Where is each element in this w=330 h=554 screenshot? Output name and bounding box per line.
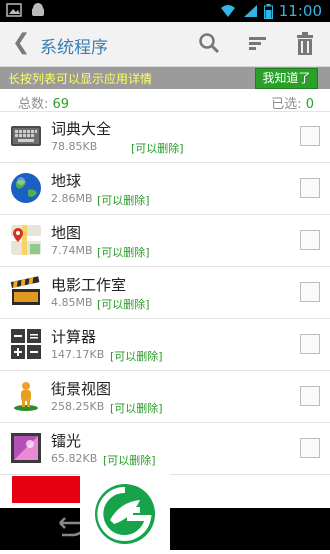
movie-clapper-icon	[10, 276, 40, 305]
action-bar: ❮ 系统程序	[0, 22, 330, 67]
keyboard-dictionary-icon	[11, 126, 41, 146]
app-size: 7.74MB	[51, 244, 93, 257]
app-size: 2.86MB	[51, 192, 93, 205]
app-size: 258.25KB	[51, 400, 105, 413]
app-name: 词典大全	[51, 120, 112, 138]
list-item[interactable]: 地图 7.74MB [可以删除]	[0, 215, 330, 267]
removable-tag: [可以删除]	[97, 298, 150, 311]
wifi-icon	[220, 5, 235, 17]
uninstall-button[interactable]	[12, 476, 80, 503]
tip-text: 长按列表可以显示应用详情	[8, 72, 153, 86]
phase-beam-icon	[11, 433, 41, 463]
got-it-button[interactable]: 我知道了	[255, 68, 318, 89]
select-checkbox[interactable]	[300, 282, 320, 302]
earth-icon	[11, 173, 41, 203]
summary-bar: 总数: 69 已选: 0	[0, 89, 330, 112]
removable-tag: [可以删除]	[103, 454, 156, 467]
page-title: 系统程序	[40, 38, 108, 58]
battery-icon	[263, 3, 273, 19]
clock: 11:00	[278, 2, 322, 20]
app-size: 4.85MB	[51, 296, 93, 309]
maps-icon	[11, 225, 41, 255]
sort-icon[interactable]	[248, 32, 268, 54]
list-item[interactable]: 镭光 65.82KB [可以删除]	[0, 423, 330, 475]
app-name: 镭光	[51, 432, 82, 450]
select-checkbox[interactable]	[300, 178, 320, 198]
app-size: 78.85KB	[51, 140, 98, 153]
search-icon[interactable]	[198, 32, 220, 54]
status-bar: 11:00	[0, 0, 330, 22]
app-size: 147.17KB	[51, 348, 105, 361]
select-checkbox[interactable]	[300, 438, 320, 458]
removable-tag: [可以删除]	[131, 142, 184, 155]
list-item[interactable]: 电影工作室 4.85MB [可以删除]	[0, 267, 330, 319]
removable-tag: [可以删除]	[110, 350, 163, 363]
image-notification-icon	[6, 3, 22, 17]
calculator-icon	[11, 329, 41, 359]
trash-icon[interactable]	[295, 32, 315, 56]
removable-tag: [可以删除]	[97, 246, 150, 259]
android-notification-icon	[32, 3, 44, 16]
app-name: 街景视图	[51, 380, 112, 398]
back-icon[interactable]: ❮	[12, 30, 30, 55]
list-item[interactable]: 街景视图 258.25KB [可以删除]	[0, 371, 330, 423]
leaf-logo-icon	[95, 484, 155, 544]
app-size: 65.82KB	[51, 452, 98, 465]
removable-tag: [可以删除]	[97, 194, 150, 207]
list-item[interactable]: 词典大全 78.85KB [可以删除]	[0, 111, 330, 163]
selected-count: 已选: 0	[271, 97, 314, 112]
app-name: 地球	[51, 172, 82, 190]
select-checkbox[interactable]	[300, 334, 320, 354]
app-logo	[80, 474, 170, 550]
select-checkbox[interactable]	[300, 230, 320, 250]
removable-tag: [可以删除]	[110, 402, 163, 415]
tip-bar: 长按列表可以显示应用详情 我知道了	[0, 67, 330, 89]
list-item[interactable]: 地球 2.86MB [可以删除]	[0, 163, 330, 215]
app-name: 地图	[51, 224, 82, 242]
select-checkbox[interactable]	[300, 386, 320, 406]
select-checkbox[interactable]	[300, 126, 320, 146]
street-view-icon	[14, 382, 38, 411]
total-count: 总数: 69	[18, 97, 70, 112]
app-list: 词典大全 78.85KB [可以删除] 地球 2.86MB [可以删除] 地图 …	[0, 111, 330, 475]
signal-icon	[243, 5, 257, 17]
app-name: 计算器	[51, 328, 97, 346]
app-name: 电影工作室	[51, 276, 127, 294]
list-item[interactable]: 计算器 147.17KB [可以删除]	[0, 319, 330, 371]
